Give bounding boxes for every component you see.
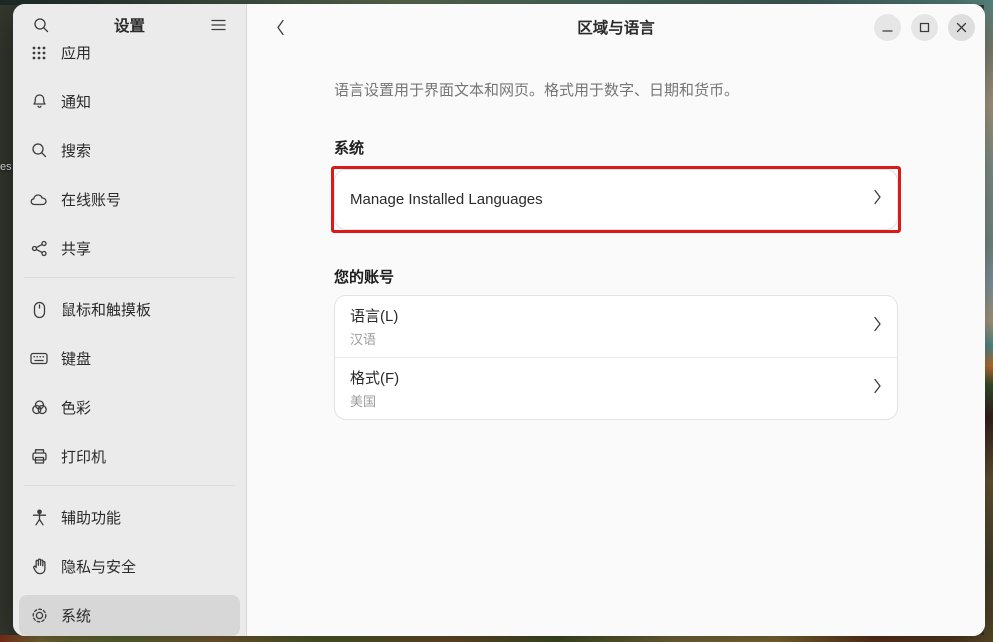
apps-grid-icon xyxy=(30,46,48,62)
sidebar-item-sharing[interactable]: 共享 xyxy=(19,228,240,269)
sidebar-item-color[interactable]: 色彩 xyxy=(19,387,240,428)
sidebar: 设置 应用 通知 搜 xyxy=(13,4,247,636)
sidebar-item-notifications[interactable]: 通知 xyxy=(19,81,240,122)
search-icon xyxy=(30,142,48,160)
chevron-right-icon xyxy=(873,189,882,210)
sidebar-item-keyboard[interactable]: 键盘 xyxy=(19,338,240,379)
maximize-icon[interactable] xyxy=(911,14,938,41)
page-description: 语言设置用于界面文本和网页。格式用于数字、日期和货币。 xyxy=(334,80,898,101)
row-label: 语言(L) xyxy=(350,305,873,326)
system-card: Manage Installed Languages xyxy=(334,169,898,230)
section-title-system: 系统 xyxy=(334,137,898,158)
minimize-icon[interactable] xyxy=(874,14,901,41)
close-icon[interactable] xyxy=(948,14,975,41)
sidebar-item-label: 色彩 xyxy=(61,397,91,418)
sidebar-header: 设置 xyxy=(13,4,246,46)
gear-icon xyxy=(30,607,48,625)
desktop-wallpaper-left xyxy=(0,0,14,642)
manage-installed-languages-row[interactable]: Manage Installed Languages xyxy=(335,170,897,229)
sidebar-item-printers[interactable]: 打印机 xyxy=(19,436,240,477)
sidebar-item-label: 系统 xyxy=(61,605,91,626)
sidebar-list: 应用 通知 搜索 在线账号 xyxy=(13,46,246,636)
back-chevron-icon[interactable] xyxy=(265,12,295,42)
row-label: Manage Installed Languages xyxy=(350,191,543,208)
color-wheel-icon xyxy=(30,399,48,417)
sidebar-item-label: 在线账号 xyxy=(61,189,121,210)
sidebar-item-label: 通知 xyxy=(61,91,91,112)
sidebar-item-label: 打印机 xyxy=(61,446,106,467)
window-controls xyxy=(874,14,975,41)
sidebar-separator xyxy=(24,277,235,278)
keyboard-icon xyxy=(30,350,48,368)
region-language-content: 语言设置用于界面文本和网页。格式用于数字、日期和货币。 系统 Manage In… xyxy=(334,50,898,420)
mouse-icon xyxy=(30,301,48,319)
chevron-right-icon xyxy=(873,378,882,399)
share-icon xyxy=(30,240,48,258)
sidebar-item-label: 辅助功能 xyxy=(61,507,121,528)
sidebar-item-label: 鼠标和触摸板 xyxy=(61,299,151,320)
sidebar-item-mouse-touchpad[interactable]: 鼠标和触摸板 xyxy=(19,289,240,330)
sidebar-item-privacy-security[interactable]: 隐私与安全 xyxy=(19,546,240,587)
language-row[interactable]: 语言(L) 汉语 xyxy=(335,296,897,357)
desktop-wallpaper-bottom xyxy=(0,635,993,642)
bell-icon xyxy=(30,93,48,111)
sidebar-item-search[interactable]: 搜索 xyxy=(19,130,240,171)
sidebar-item-system[interactable]: 系统 xyxy=(19,595,240,636)
account-card: 语言(L) 汉语 格式(F) 美国 xyxy=(334,295,898,420)
cloud-icon xyxy=(30,191,48,209)
row-value: 美国 xyxy=(350,391,873,410)
printer-icon xyxy=(30,448,48,466)
main-header: 区域与语言 xyxy=(247,4,985,50)
sidebar-item-label: 隐私与安全 xyxy=(61,556,136,577)
hamburger-menu-icon[interactable] xyxy=(203,10,233,40)
desktop-wallpaper-right xyxy=(984,0,993,642)
sidebar-item-label: 应用 xyxy=(61,46,91,63)
row-value: 汉语 xyxy=(350,329,873,348)
sidebar-item-label: 键盘 xyxy=(61,348,91,369)
sidebar-item-label: 搜索 xyxy=(61,140,91,161)
search-icon[interactable] xyxy=(26,10,56,40)
sidebar-item-accessibility[interactable]: 辅助功能 xyxy=(19,497,240,538)
main-panel: 区域与语言 语言设置用于界面文本和网页。格式用于数字、日期和货币。 系统 xyxy=(247,4,985,636)
row-label: 格式(F) xyxy=(350,367,873,388)
sidebar-item-apps[interactable]: 应用 xyxy=(19,46,240,73)
sidebar-item-label: 共享 xyxy=(61,238,91,259)
chevron-right-icon xyxy=(873,316,882,337)
annotation-highlight-box: Manage Installed Languages xyxy=(331,166,901,233)
accessibility-icon xyxy=(30,509,48,527)
section-title-your-account: 您的账号 xyxy=(334,266,898,287)
desktop-icon-label-fragment: es xyxy=(0,161,12,173)
hand-icon xyxy=(30,558,48,576)
sidebar-separator xyxy=(24,485,235,486)
settings-window: 设置 应用 通知 搜 xyxy=(13,4,985,636)
sidebar-item-online-accounts[interactable]: 在线账号 xyxy=(19,179,240,220)
formats-row[interactable]: 格式(F) 美国 xyxy=(335,357,897,419)
